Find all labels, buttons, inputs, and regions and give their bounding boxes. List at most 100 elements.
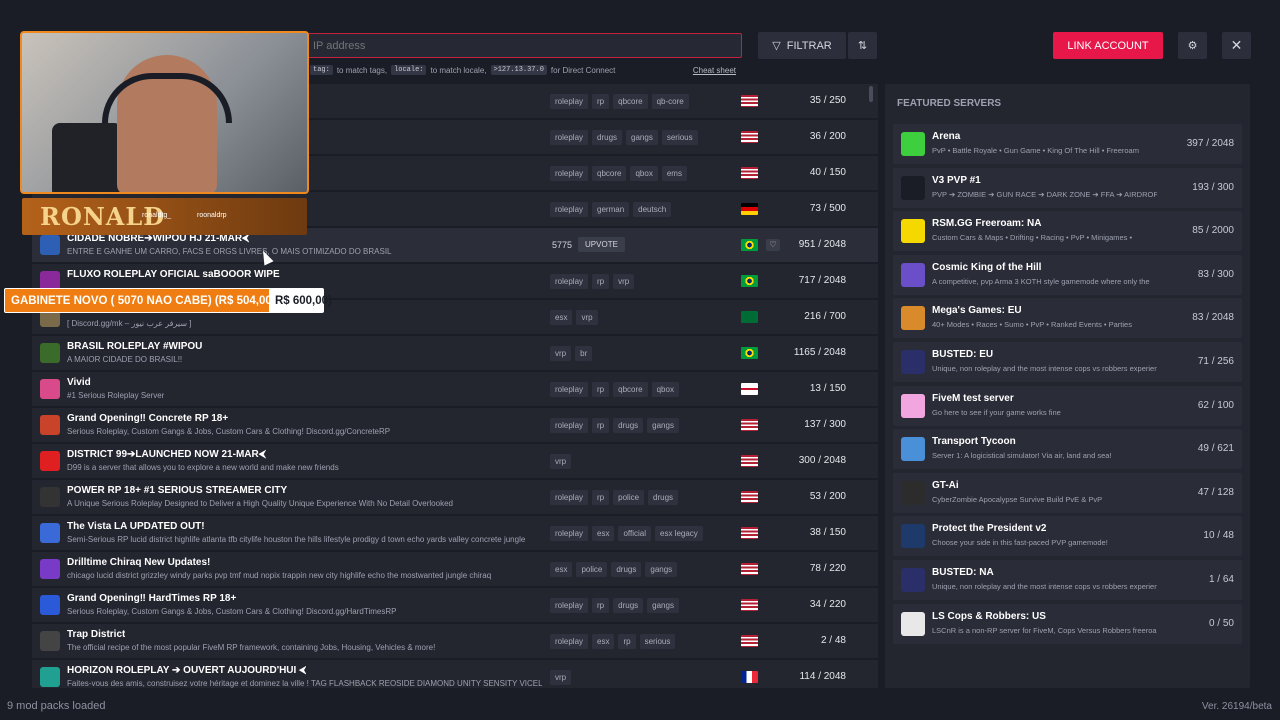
server-tag[interactable]: rp bbox=[592, 94, 610, 109]
server-tag[interactable]: roleplay bbox=[550, 130, 589, 145]
server-tag[interactable]: vrp bbox=[550, 346, 572, 361]
server-tag[interactable]: roleplay bbox=[550, 274, 589, 289]
sort-button[interactable]: ⇅ bbox=[848, 32, 877, 59]
link-account-button[interactable]: LINK ACCOUNT bbox=[1053, 32, 1163, 59]
server-tag[interactable]: drugs bbox=[611, 562, 642, 577]
server-tag[interactable]: police bbox=[613, 490, 645, 505]
server-tag[interactable]: roleplay bbox=[550, 490, 589, 505]
server-tag[interactable]: qbox bbox=[651, 382, 679, 397]
server-tag[interactable]: vrp bbox=[550, 670, 572, 685]
cheat-sheet-link[interactable]: Cheat sheet bbox=[693, 66, 736, 75]
server-tag[interactable]: roleplay bbox=[550, 634, 589, 649]
server-tag[interactable]: roleplay bbox=[550, 526, 589, 541]
server-row[interactable]: Trap District The official recipe of the … bbox=[32, 624, 878, 659]
server-tag[interactable]: esx bbox=[592, 634, 615, 649]
featured-server[interactable]: Protect the President v2 Choose your side… bbox=[893, 516, 1242, 557]
featured-server-icon bbox=[901, 219, 925, 244]
server-tag[interactable]: serious bbox=[661, 130, 698, 145]
server-tag[interactable]: vrp bbox=[550, 454, 572, 469]
featured-player-count: 47 / 128 bbox=[1197, 486, 1234, 498]
server-row[interactable]: Drilltime Chiraq New Updates! chicago luc… bbox=[32, 552, 878, 587]
server-tag[interactable]: roleplay bbox=[550, 202, 589, 217]
server-tag[interactable]: roleplay bbox=[550, 166, 589, 181]
server-row[interactable]: Grand Opening‼ Concrete RP 18+ Serious Ro… bbox=[32, 408, 878, 443]
server-description: #1 Serious Roleplay Server bbox=[67, 391, 165, 400]
featured-server[interactable]: Arena PvP • Battle Royale • Gun Game • Ki… bbox=[893, 124, 1242, 164]
server-row[interactable]: The Vista LA UPDATED OUT! Semi-Serious RP… bbox=[32, 516, 878, 551]
server-row[interactable]: Grand Opening‼ HardTimes RP 18+ Serious R… bbox=[32, 588, 878, 623]
server-tag[interactable]: gangs bbox=[647, 418, 679, 433]
server-tag[interactable]: rp bbox=[592, 598, 610, 613]
server-tag[interactable]: deutsch bbox=[633, 202, 672, 217]
server-tag[interactable]: qb-core bbox=[651, 94, 689, 109]
server-name: HORIZON ROLEPLAY ➔ OUVERT AUJOURD'HUI ⮜ bbox=[67, 665, 307, 676]
featured-server[interactable]: BUSTED: NA Unique, non roleplay and the m… bbox=[893, 560, 1242, 600]
server-tag[interactable]: gangs bbox=[647, 598, 679, 613]
server-name: BRASIL ROLEPLAY #WIPOU bbox=[67, 341, 203, 352]
featured-server[interactable]: Mega's Games: EU 40+ Modes • Races • Sumo… bbox=[893, 298, 1242, 339]
server-tag[interactable]: qbcore bbox=[613, 94, 648, 109]
server-tag[interactable]: gangs bbox=[645, 562, 678, 577]
server-tag[interactable]: roleplay bbox=[550, 418, 589, 433]
server-tag[interactable]: esx bbox=[550, 562, 573, 577]
featured-server[interactable]: Transport Tycoon Server 1: A logicistical… bbox=[893, 429, 1242, 470]
upvote-button[interactable]: UPVOTE bbox=[578, 237, 625, 252]
server-tag[interactable]: rp bbox=[592, 382, 610, 397]
server-icon bbox=[40, 415, 60, 435]
server-tag[interactable]: drugs bbox=[592, 130, 623, 145]
close-button[interactable]: ✕ bbox=[1222, 32, 1251, 59]
server-name: Vivid bbox=[67, 377, 91, 388]
list-scrollbar[interactable] bbox=[869, 86, 873, 102]
featured-server[interactable]: LS Cops & Robbers: US LSCnR is a non-RP s… bbox=[893, 603, 1242, 644]
server-tag[interactable]: official bbox=[618, 526, 651, 541]
featured-server[interactable]: Cosmic King of the Hill A competitive, pv… bbox=[893, 254, 1242, 295]
server-tag[interactable]: german bbox=[592, 202, 630, 217]
streamer-nameplate: RONALD ronaldtg_ roonaldrp bbox=[22, 198, 307, 235]
server-tag[interactable]: esx bbox=[550, 310, 573, 325]
featured-server-icon bbox=[901, 175, 925, 200]
featured-server[interactable]: RSM.GG Freeroam: NA Custom Cars & Maps • … bbox=[893, 211, 1242, 252]
server-tag[interactable]: police bbox=[576, 562, 608, 577]
featured-server-name: Mega's Games: EU bbox=[932, 305, 1022, 317]
filter-button[interactable]: ▽ FILTRAR bbox=[758, 32, 846, 59]
server-row[interactable]: POWER RP 18+ #1 SERIOUS STREAMER CITY A U… bbox=[32, 480, 878, 515]
featured-player-count: 1 / 64 bbox=[1208, 574, 1234, 585]
server-tag[interactable]: rp bbox=[592, 418, 610, 433]
server-tag[interactable]: roleplay bbox=[550, 94, 589, 109]
server-tag[interactable]: drugs bbox=[613, 418, 644, 433]
server-row[interactable]: BRASIL ROLEPLAY #WIPOU A MAIOR CIDADE DO … bbox=[32, 336, 878, 371]
server-description: A MAIOR CIDADE DO BRASIL!! bbox=[67, 355, 183, 364]
featured-server[interactable]: BUSTED: EU Unique, non roleplay and the m… bbox=[893, 342, 1242, 382]
settings-button[interactable]: ⚙ bbox=[1178, 32, 1207, 59]
server-tag[interactable]: qbcore bbox=[592, 166, 627, 181]
server-name: The Vista LA UPDATED OUT! bbox=[67, 521, 205, 532]
server-tag[interactable]: serious bbox=[639, 634, 676, 649]
server-description: chicago lucid district grizzley windy pa… bbox=[67, 571, 492, 580]
server-tag[interactable]: vrp bbox=[576, 310, 598, 325]
search-box[interactable] bbox=[300, 33, 742, 58]
server-tag[interactable]: esx legacy bbox=[655, 526, 703, 541]
server-tag[interactable]: roleplay bbox=[550, 382, 589, 397]
server-row[interactable]: HORIZON ROLEPLAY ➔ OUVERT AUJOURD'HUI ⮜ F… bbox=[32, 660, 878, 688]
server-tag[interactable]: drugs bbox=[648, 490, 679, 505]
server-tag[interactable]: qbox bbox=[630, 166, 658, 181]
search-input[interactable] bbox=[301, 34, 741, 57]
server-tag[interactable]: drugs bbox=[613, 598, 644, 613]
server-tag[interactable]: rp bbox=[618, 634, 636, 649]
server-tag[interactable]: br bbox=[575, 346, 593, 361]
server-tag[interactable]: rp bbox=[592, 274, 610, 289]
server-row[interactable]: Vivid #1 Serious Roleplay Server roleplay r… bbox=[32, 372, 878, 407]
featured-server[interactable]: GT-Ai CyberZombie Apocalypse Survive Buil… bbox=[893, 472, 1242, 513]
featured-server[interactable]: V3 PVP #1 PVP ➔ ZOMBIE ➔ GUN RACE ➔ DARK … bbox=[893, 167, 1242, 208]
server-tag[interactable]: ems bbox=[661, 166, 687, 181]
server-tag[interactable]: gangs bbox=[626, 130, 658, 145]
featured-server-name: Transport Tycoon bbox=[932, 436, 1016, 448]
server-row[interactable]: DISTRICT 99➔LAUNCHED NOW 21-MAR⮜ D99 is a… bbox=[32, 444, 878, 479]
featured-server[interactable]: FiveM test server Go here to see if your … bbox=[893, 385, 1242, 426]
server-tag[interactable]: esx bbox=[592, 526, 615, 541]
server-tag[interactable]: qbcore bbox=[613, 382, 648, 397]
server-tag[interactable]: rp bbox=[592, 490, 610, 505]
server-tag[interactable]: vrp bbox=[613, 274, 635, 289]
hint-tag-code: tag: bbox=[310, 65, 333, 75]
server-tag[interactable]: roleplay bbox=[550, 598, 589, 613]
